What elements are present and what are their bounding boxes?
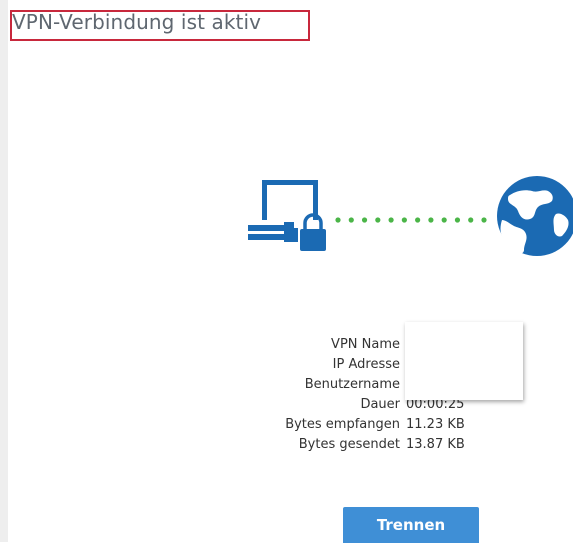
connection-dot: [348, 217, 354, 223]
info-value: 13.87 KB: [406, 437, 465, 452]
connection-dot: [335, 217, 341, 223]
info-label: Dauer: [360, 397, 400, 412]
info-label: Benutzername: [304, 377, 400, 392]
redaction-overlay: [405, 322, 523, 400]
connection-dot: [388, 217, 394, 223]
connection-dots: [335, 217, 487, 223]
info-label: IP Adresse: [332, 357, 400, 372]
info-label: Bytes empfangen: [285, 417, 400, 432]
disconnect-button[interactable]: Trennen: [343, 507, 479, 543]
connection-dot: [481, 217, 487, 223]
vpn-connection-graphic: [248, 176, 573, 256]
left-margin: [0, 0, 8, 542]
info-row-bytes-received: Bytes empfangen 11.23 KB: [200, 415, 465, 435]
page-title: VPN-Verbindung ist aktiv: [12, 10, 262, 34]
connection-dot: [428, 217, 434, 223]
connection-dot: [454, 217, 461, 223]
info-row-bytes-sent: Bytes gesendet 13.87 KB: [200, 435, 465, 455]
globe-icon: [497, 176, 573, 256]
connection-dot: [361, 217, 368, 223]
info-value: 11.23 KB: [406, 417, 465, 432]
connection-dot: [375, 217, 381, 223]
info-label: VPN Name: [331, 337, 400, 352]
connection-dot: [401, 217, 407, 223]
connection-dot: [468, 217, 474, 223]
connection-dot: [415, 217, 421, 223]
lock-icon: [300, 213, 326, 251]
connection-dot: [441, 217, 447, 223]
info-label: Bytes gesendet: [298, 437, 400, 452]
